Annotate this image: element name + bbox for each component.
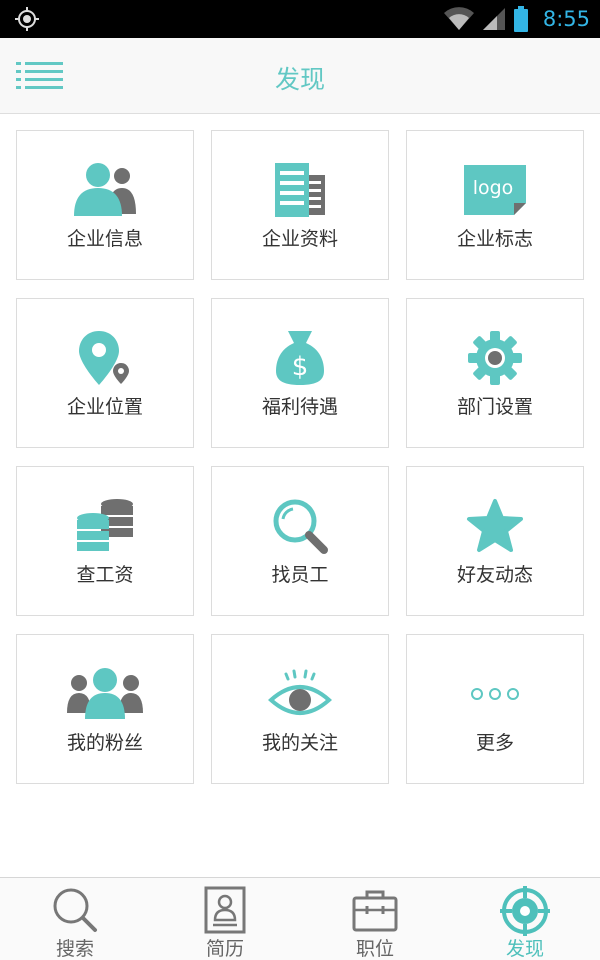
resume-icon	[204, 886, 246, 934]
status-bar: 8:55	[0, 0, 600, 38]
battery-icon	[513, 6, 528, 32]
tile-company-info[interactable]: 企业信息	[16, 130, 194, 280]
nav-resume[interactable]: 简历	[150, 878, 300, 960]
logo-icon: logo	[464, 165, 526, 215]
fans-icon	[67, 668, 143, 719]
tile-label: 好友动态	[456, 564, 533, 586]
briefcase-icon	[352, 890, 398, 932]
tile-company-logo[interactable]: logo 企业标志	[406, 130, 584, 280]
eye-icon	[268, 669, 332, 715]
tile-my-follows[interactable]: 我的关注	[211, 634, 389, 784]
tile-label: 企业资料	[261, 228, 338, 250]
tile-company-docs[interactable]: 企业资料	[211, 130, 389, 280]
tile-label: 我的粉丝	[66, 732, 143, 754]
bottom-nav: 搜索 简历 职位 发现	[0, 877, 600, 960]
tile-label: 企业信息	[66, 228, 143, 250]
gps-icon	[15, 7, 39, 31]
tile-company-location[interactable]: 企业位置	[16, 298, 194, 448]
nav-label: 职位	[355, 938, 394, 960]
tile-label: 找员工	[271, 564, 329, 586]
tile-label: 企业标志	[456, 228, 533, 250]
search-icon	[53, 888, 97, 932]
nav-label: 简历	[205, 938, 244, 960]
nav-label: 搜索	[55, 938, 94, 960]
tile-departments[interactable]: 部门设置	[406, 298, 584, 448]
star-icon	[467, 499, 523, 552]
tile-label: 更多	[475, 732, 514, 754]
more-dots-icon	[471, 688, 519, 700]
tile-find-staff[interactable]: 找员工	[211, 466, 389, 616]
signal-icon	[482, 8, 505, 30]
nav-discover[interactable]: 发现	[450, 878, 600, 960]
tile-friend-feed[interactable]: 好友动态	[406, 466, 584, 616]
nav-label: 发现	[505, 938, 544, 960]
app-header: 发现	[0, 38, 600, 114]
money-bag-icon: $	[276, 331, 324, 385]
tile-label: 部门设置	[456, 396, 533, 418]
tile-salary[interactable]: 查工资	[16, 466, 194, 616]
tile-label: 我的关注	[261, 732, 338, 754]
nav-search[interactable]: 搜索	[0, 878, 150, 960]
wifi-icon	[443, 7, 474, 30]
magnifier-icon	[273, 499, 328, 554]
company-info-icon	[74, 163, 136, 216]
location-pin-icon	[79, 331, 129, 385]
logo-text: logo	[473, 177, 514, 199]
svg-text:$: $	[292, 352, 309, 382]
page-title: 发现	[274, 65, 325, 94]
tile-my-fans[interactable]: 我的粉丝	[16, 634, 194, 784]
tile-benefits[interactable]: $ 福利待遇	[211, 298, 389, 448]
tile-label: 福利待遇	[261, 396, 338, 418]
company-docs-icon	[275, 163, 325, 217]
discover-icon	[500, 886, 550, 936]
clock: 8:55	[542, 7, 590, 31]
tile-label: 企业位置	[66, 396, 143, 418]
tile-more[interactable]: 更多	[406, 634, 584, 784]
gear-icon	[468, 331, 522, 385]
nav-jobs[interactable]: 职位	[300, 878, 450, 960]
coins-icon	[77, 499, 133, 551]
tile-label: 查工资	[76, 564, 134, 586]
